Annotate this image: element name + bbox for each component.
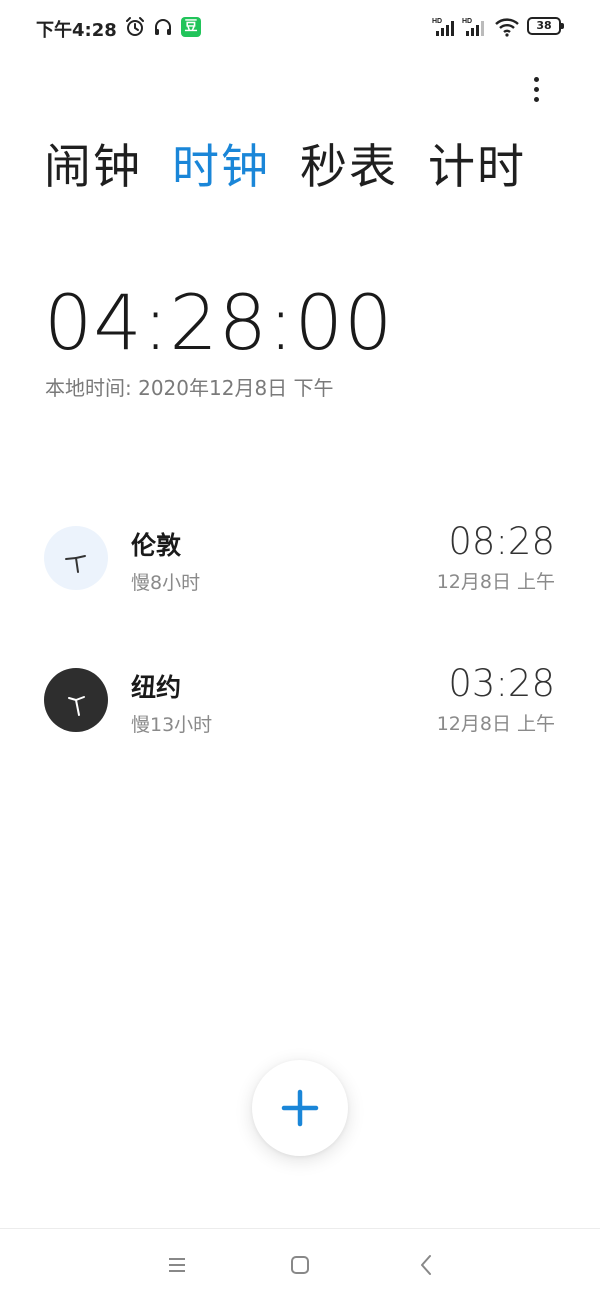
back-icon[interactable] bbox=[412, 1251, 440, 1279]
app-notification-icon: 豆 bbox=[181, 17, 201, 37]
analog-clock-icon bbox=[44, 526, 108, 590]
tab-alarm[interactable]: 闹钟 bbox=[44, 138, 142, 198]
world-clock-row[interactable]: 纽约 慢13小时 03:28 12月8日 上午 bbox=[0, 660, 600, 750]
plus-icon bbox=[281, 1089, 319, 1127]
battery-icon: 38 bbox=[527, 17, 564, 35]
city-date: 12月8日 上午 bbox=[436, 571, 555, 593]
navigation-bar bbox=[0, 1228, 600, 1300]
svg-text:HD: HD bbox=[432, 18, 442, 25]
city-name: 伦敦 bbox=[131, 531, 182, 560]
world-clock-row[interactable]: 伦敦 慢8小时 08:28 12月8日 上午 bbox=[0, 518, 600, 608]
tab-stopwatch[interactable]: 秒表 bbox=[300, 138, 398, 198]
status-bar: 下午4:28 豆 HD HD 38 bbox=[0, 0, 600, 56]
more-dot bbox=[533, 76, 539, 82]
more-options-button[interactable] bbox=[522, 72, 550, 106]
signal-icon: HD bbox=[462, 18, 484, 36]
svg-text:HD: HD bbox=[462, 18, 472, 25]
wifi-icon bbox=[495, 18, 519, 37]
tab-timer[interactable]: 计时 bbox=[428, 138, 526, 198]
more-dot bbox=[533, 96, 539, 102]
city-time: 08:28 bbox=[448, 520, 555, 563]
city-time: 03:28 bbox=[448, 662, 555, 705]
analog-clock-icon bbox=[44, 668, 108, 732]
local-time: 04:28:00 bbox=[44, 278, 394, 367]
home-icon[interactable] bbox=[286, 1251, 314, 1279]
city-date: 12月8日 上午 bbox=[436, 713, 555, 735]
city-name: 纽约 bbox=[131, 673, 182, 702]
alarm-icon bbox=[126, 17, 144, 36]
status-time: 下午4:28 bbox=[36, 20, 117, 41]
menu-icon[interactable] bbox=[163, 1251, 191, 1279]
signal-icon: HD bbox=[432, 18, 454, 36]
add-city-button[interactable] bbox=[252, 1060, 348, 1156]
city-offset: 慢13小时 bbox=[131, 714, 213, 736]
more-dot bbox=[533, 86, 539, 92]
tab-clock[interactable]: 时钟 bbox=[172, 138, 270, 198]
local-date: 本地时间: 2020年12月8日 下午 bbox=[45, 376, 334, 400]
tab-bar: 闹钟 时钟 秒表 计时 bbox=[44, 138, 556, 198]
headset-icon bbox=[155, 19, 171, 35]
city-offset: 慢8小时 bbox=[131, 572, 201, 594]
